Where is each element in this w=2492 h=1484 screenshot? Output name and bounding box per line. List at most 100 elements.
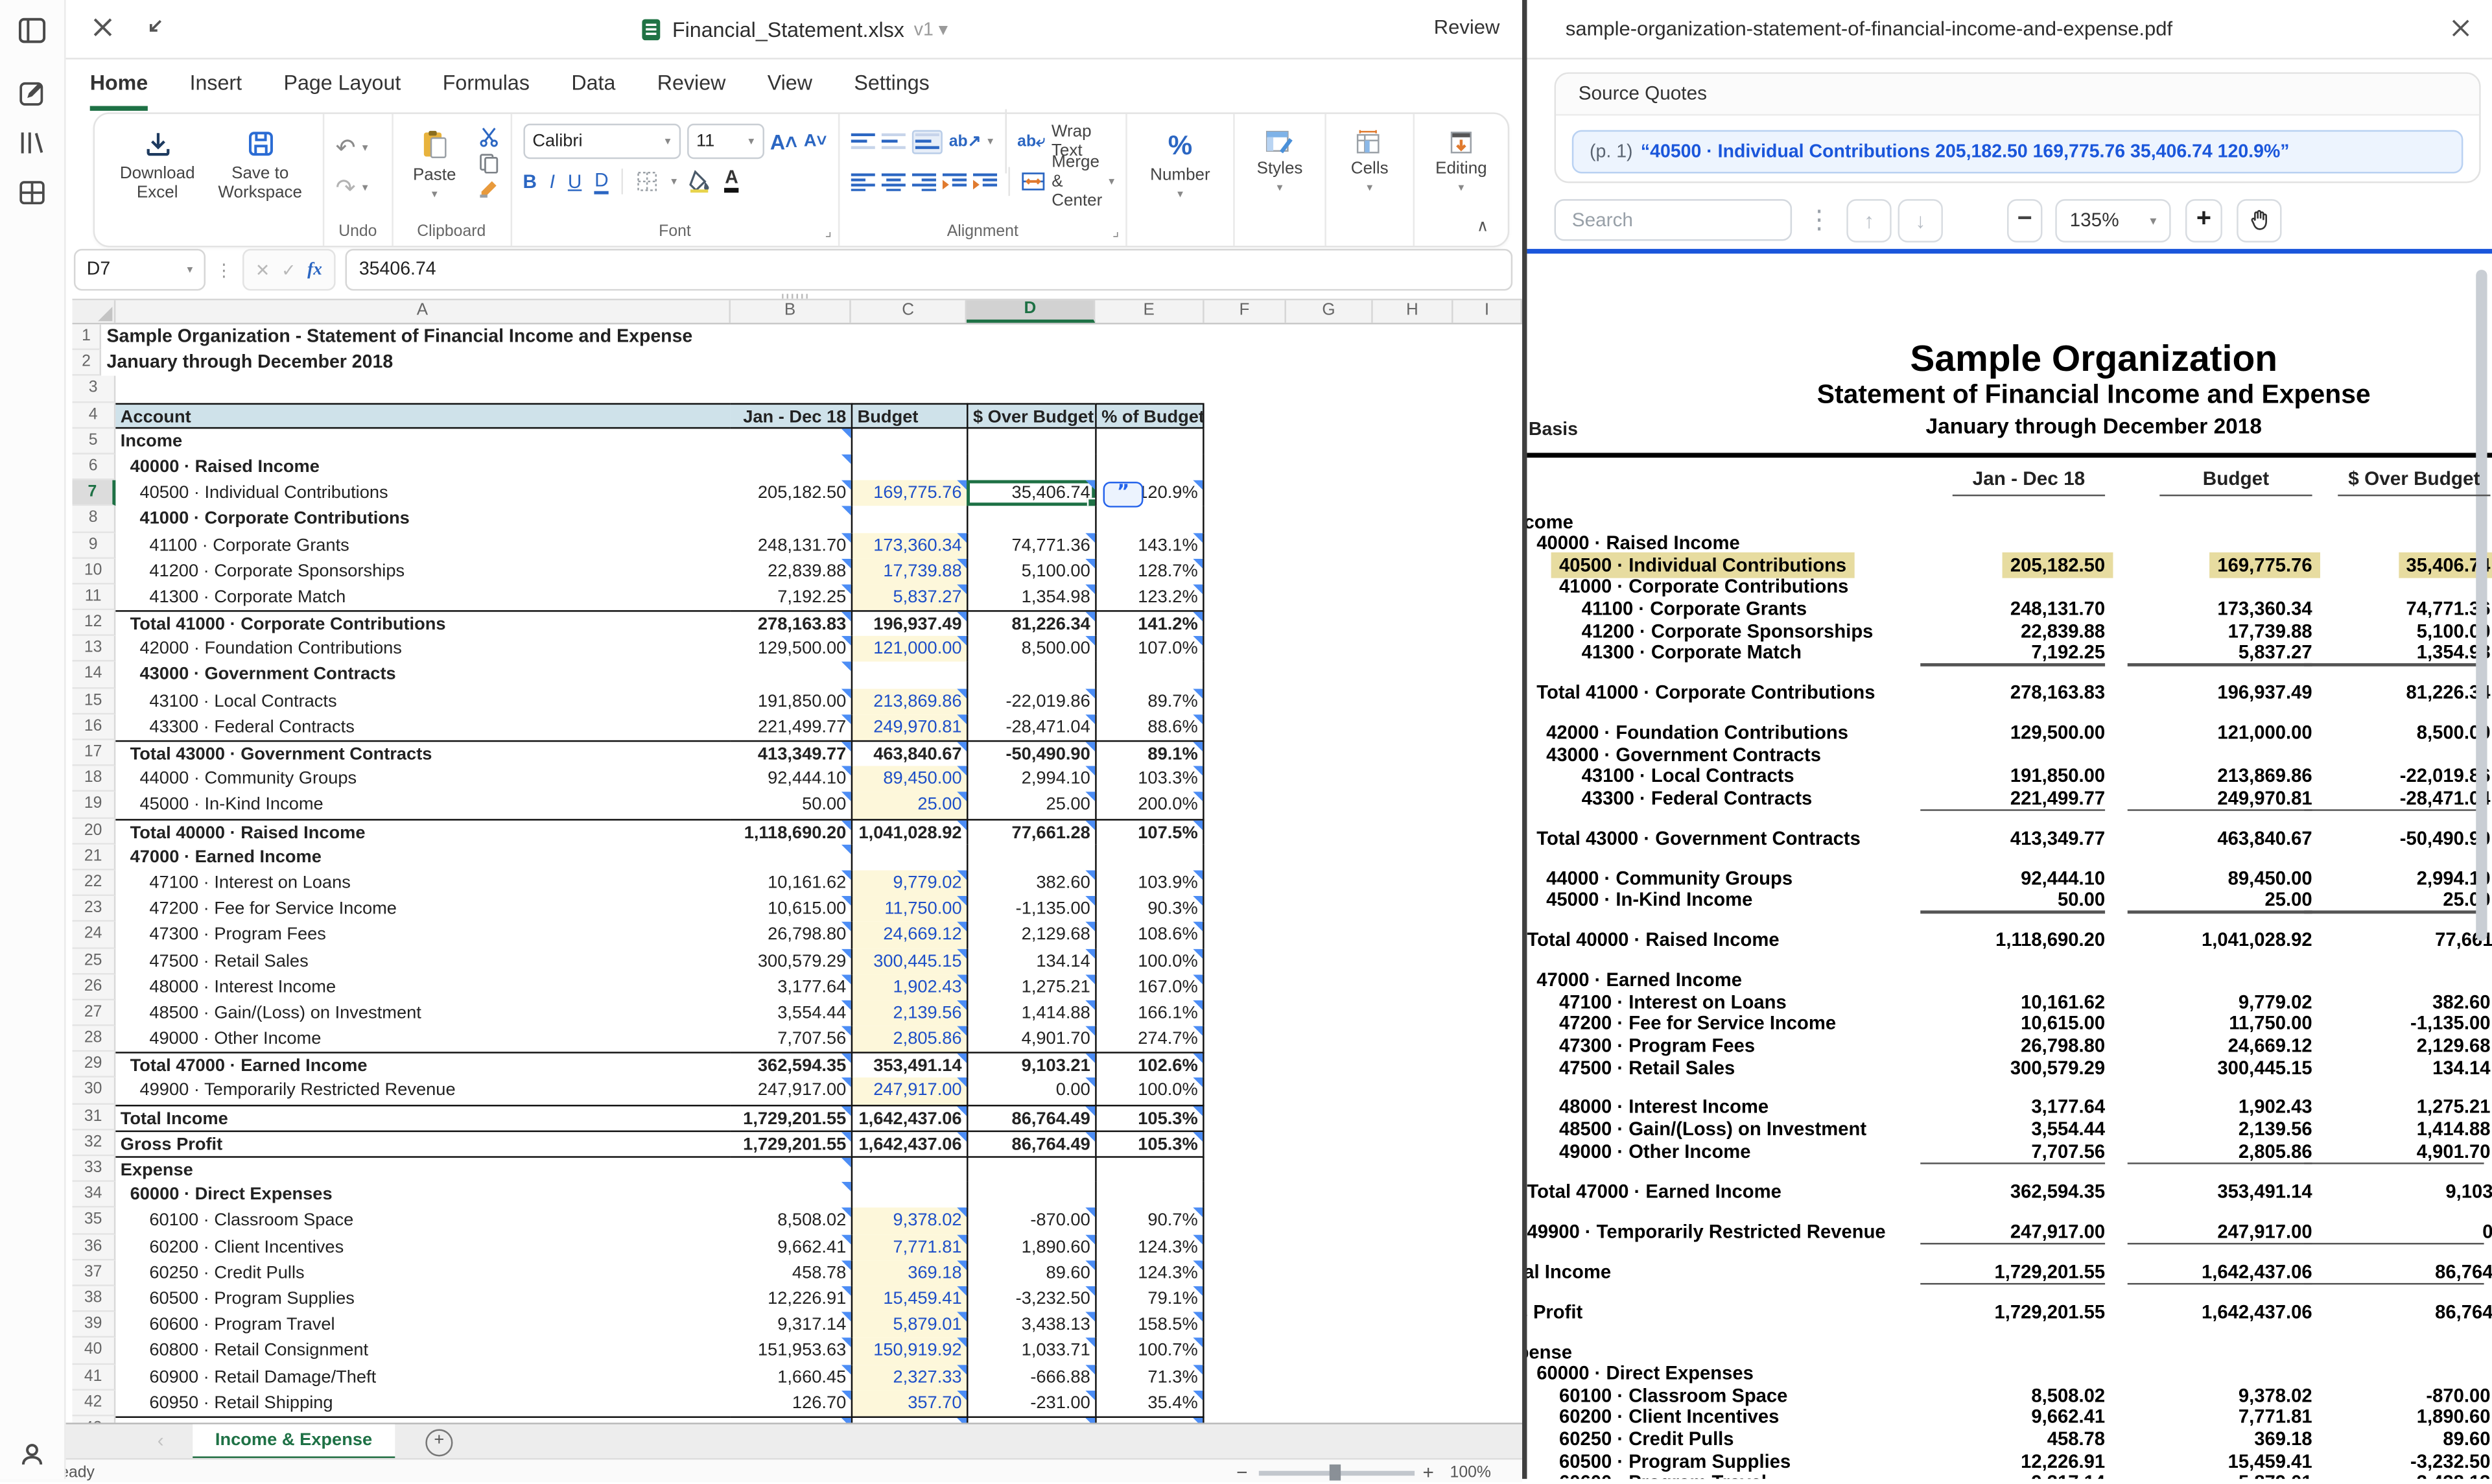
cell-F3[interactable]	[1205, 377, 1286, 403]
cell-D10[interactable]: 5,100.00	[967, 558, 1095, 584]
cell-G20[interactable]	[1286, 818, 1373, 844]
cell-G36[interactable]	[1286, 1234, 1373, 1260]
cell-I2[interactable]	[1473, 350, 1522, 376]
cell-H27[interactable]	[1373, 1000, 1453, 1026]
cell-I19[interactable]	[1453, 792, 1523, 818]
cell-I38[interactable]	[1453, 1286, 1523, 1312]
cell-G24[interactable]	[1286, 922, 1373, 948]
cell-D20[interactable]: 77,661.28	[967, 818, 1095, 844]
cell-F33[interactable]	[1205, 1156, 1286, 1182]
alignment-dialog-launcher-icon[interactable]: ⌟	[1112, 223, 1119, 241]
cell-G29[interactable]	[1286, 1052, 1373, 1078]
align-left-icon[interactable]	[851, 172, 875, 190]
cell-A14[interactable]: 43000 · Government Contracts	[115, 663, 731, 689]
cell-D15[interactable]: -22,019.86	[967, 689, 1095, 714]
align-bottom-icon[interactable]	[912, 129, 943, 153]
cell-B10[interactable]: 22,839.88	[731, 558, 851, 584]
cell-G43[interactable]	[1286, 1416, 1373, 1422]
row-header-26[interactable]: 26	[72, 974, 115, 1000]
cell-D3[interactable]	[967, 377, 1095, 403]
cell-F15[interactable]	[1205, 689, 1286, 714]
decrease-indent-icon[interactable]	[943, 172, 967, 190]
cell-E20[interactable]: 107.5%	[1095, 818, 1204, 844]
bold-button[interactable]: B	[523, 171, 536, 193]
zoom-in-icon[interactable]: +	[1422, 1461, 1433, 1484]
cell-H42[interactable]	[1373, 1390, 1453, 1416]
cell-I18[interactable]	[1453, 766, 1523, 792]
cell-D25[interactable]: 134.14	[967, 948, 1095, 974]
cell-H32[interactable]	[1373, 1130, 1453, 1156]
select-all-corner[interactable]	[72, 300, 115, 323]
cell-F1[interactable]	[1297, 324, 1355, 350]
cell-G41[interactable]	[1286, 1364, 1373, 1390]
cell-C37[interactable]: 369.18	[851, 1260, 967, 1286]
cell-D4[interactable]: $ Over Budget	[967, 403, 1095, 429]
row-header-39[interactable]: 39	[72, 1312, 115, 1338]
cell-H3[interactable]	[1373, 377, 1453, 403]
underline-button[interactable]: U	[568, 171, 582, 193]
cell-C20[interactable]: 1,041,028.92	[851, 818, 967, 844]
column-header-G[interactable]: G	[1286, 300, 1373, 323]
cell-D41[interactable]: -666.88	[967, 1364, 1095, 1390]
paste-caret[interactable]: ▾	[432, 189, 438, 202]
cell-A15[interactable]: 43100 · Local Contracts	[115, 689, 731, 714]
row-header-42[interactable]: 42	[72, 1390, 115, 1416]
cell-I41[interactable]	[1453, 1364, 1523, 1390]
cell-D28[interactable]: 4,901.70	[967, 1026, 1095, 1052]
cell-D8[interactable]	[967, 506, 1095, 532]
cell-G28[interactable]	[1286, 1026, 1373, 1052]
cell-A2[interactable]: January through December 2018	[102, 350, 966, 376]
cell-G34[interactable]	[1286, 1182, 1373, 1208]
row-header-29[interactable]: 29	[72, 1052, 115, 1078]
cell-E23[interactable]: 90.3%	[1095, 896, 1204, 922]
cell-G38[interactable]	[1286, 1286, 1373, 1312]
cell-H39[interactable]	[1373, 1312, 1453, 1338]
cell-A43[interactable]: Total 60000 · Direct Expenses	[115, 1416, 731, 1422]
cell-F31[interactable]	[1205, 1104, 1286, 1130]
cell-D16[interactable]: -28,471.04	[967, 714, 1095, 740]
cell-I8[interactable]	[1453, 506, 1523, 532]
cell-D11[interactable]: 1,354.98	[967, 584, 1095, 610]
cell-F6[interactable]	[1205, 454, 1286, 480]
cell-H1[interactable]	[1416, 324, 1473, 350]
cell-E37[interactable]: 124.3%	[1095, 1260, 1204, 1286]
cell-H9[interactable]	[1373, 532, 1453, 558]
row-header-5[interactable]: 5	[72, 429, 115, 454]
cell-I36[interactable]	[1453, 1234, 1523, 1260]
cell-A35[interactable]: 60100 · Classroom Space	[115, 1208, 731, 1234]
cell-E35[interactable]: 90.7%	[1095, 1208, 1204, 1234]
cell-D18[interactable]: 2,994.10	[967, 766, 1095, 792]
zoom-out-icon[interactable]: −	[1236, 1461, 1247, 1484]
cell-F24[interactable]	[1205, 922, 1286, 948]
cell-F10[interactable]	[1205, 558, 1286, 584]
cell-A6[interactable]: 40000 · Raised Income	[115, 454, 731, 480]
cell-G12[interactable]	[1286, 610, 1373, 636]
cell-D31[interactable]: 86,764.49	[967, 1104, 1095, 1130]
row-header-31[interactable]: 31	[72, 1104, 115, 1130]
cell-G17[interactable]	[1286, 740, 1373, 766]
search-input[interactable]: Search	[1555, 199, 1793, 241]
prev-sheet-icon[interactable]: ‹	[158, 1429, 164, 1452]
cell-A11[interactable]: 41300 · Corporate Match	[115, 584, 731, 610]
merge-center-button[interactable]: Merge & Center	[1052, 152, 1102, 210]
cell-I17[interactable]	[1453, 740, 1523, 766]
cell-C12[interactable]: 196,937.49	[851, 610, 967, 636]
row-header-28[interactable]: 28	[72, 1026, 115, 1052]
cell-G2[interactable]	[1354, 350, 1416, 376]
cell-D30[interactable]: 0.00	[967, 1078, 1095, 1104]
cell-I4[interactable]	[1453, 403, 1523, 429]
cell-D12[interactable]: 81,226.34	[967, 610, 1095, 636]
cell-G9[interactable]	[1286, 532, 1373, 558]
cell-H19[interactable]	[1373, 792, 1453, 818]
cell-B33[interactable]	[731, 1156, 851, 1182]
cell-G23[interactable]	[1286, 896, 1373, 922]
cell-C26[interactable]: 1,902.43	[851, 974, 967, 1000]
cell-E18[interactable]: 103.3%	[1095, 766, 1204, 792]
cell-H30[interactable]	[1373, 1078, 1453, 1104]
cell-H31[interactable]	[1373, 1104, 1453, 1130]
cell-D33[interactable]	[967, 1156, 1095, 1182]
cell-D23[interactable]: -1,135.00	[967, 896, 1095, 922]
row-header-25[interactable]: 25	[72, 948, 115, 974]
cell-C28[interactable]: 2,805.86	[851, 1026, 967, 1052]
cell-I9[interactable]	[1453, 532, 1523, 558]
